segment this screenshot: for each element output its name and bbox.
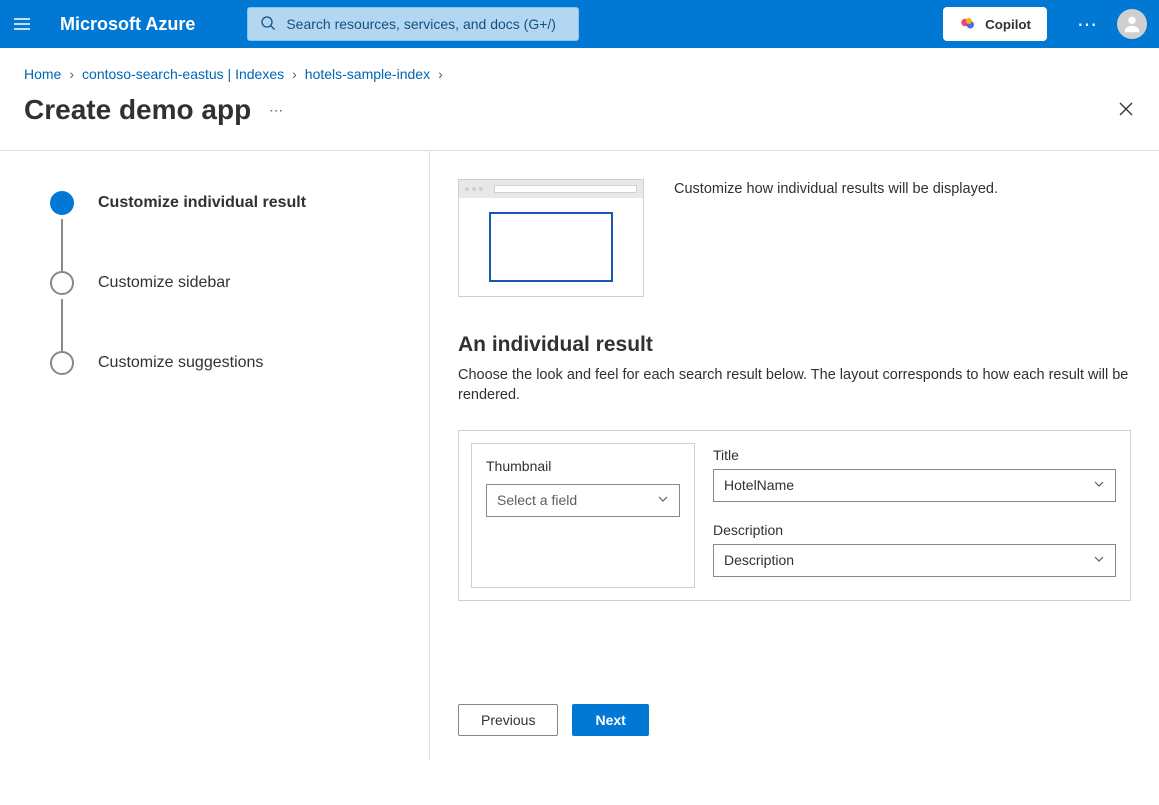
chevron-right-icon: › <box>438 66 443 82</box>
title-label: Title <box>713 447 1116 463</box>
description-field-group: Description Description <box>713 522 1116 577</box>
description-select[interactable]: Description <box>713 544 1116 577</box>
search-box[interactable] <box>247 7 579 41</box>
result-preview-illustration <box>458 179 644 297</box>
copilot-button[interactable]: Copilot <box>943 7 1047 41</box>
step-label: Customize suggestions <box>98 354 263 372</box>
thumbnail-group: Thumbnail Select a field <box>471 443 695 588</box>
chevron-down-icon <box>1093 477 1105 493</box>
content-column: Customize how individual results will be… <box>430 151 1159 760</box>
breadcrumb-item[interactable]: contoso-search-eastus | Indexes <box>82 66 284 82</box>
step-connector <box>61 299 63 355</box>
global-search <box>247 7 579 41</box>
step-individual-result[interactable]: Customize individual result <box>50 191 405 215</box>
close-icon[interactable] <box>1117 100 1135 121</box>
text-fields-group: Title HotelName Description Description <box>707 431 1130 600</box>
next-button[interactable]: Next <box>572 704 648 736</box>
copilot-label: Copilot <box>985 17 1031 32</box>
page-title: Create demo app <box>24 94 251 126</box>
brand-label[interactable]: Microsoft Azure <box>60 14 195 35</box>
description-label: Description <box>713 522 1116 538</box>
section-title: An individual result <box>458 333 1131 357</box>
steps-sidebar: Customize individual result Customize si… <box>0 151 430 760</box>
step-connector <box>61 219 63 275</box>
top-bar: Microsoft Azure Copilot ⋯ <box>0 0 1159 48</box>
section-description: Choose the look and feel for each search… <box>458 365 1131 406</box>
avatar[interactable] <box>1117 9 1147 39</box>
chevron-down-icon <box>1093 552 1105 568</box>
breadcrumb-item[interactable]: Home <box>24 66 61 82</box>
wizard-footer: Previous Next <box>458 668 1131 736</box>
title-field-group: Title HotelName <box>713 447 1116 502</box>
title-row: Create demo app ⋯ <box>0 86 1159 150</box>
step-dot-icon <box>50 191 74 215</box>
chevron-down-icon <box>657 492 669 508</box>
chevron-right-icon: › <box>69 66 74 82</box>
search-icon <box>260 15 276 34</box>
chevron-right-icon: › <box>292 66 297 82</box>
thumbnail-label: Thumbnail <box>486 458 680 474</box>
search-input[interactable] <box>286 16 566 32</box>
intro-row: Customize how individual results will be… <box>458 179 1131 297</box>
title-select-value: HotelName <box>724 477 794 493</box>
copilot-icon <box>959 15 977 33</box>
step-label: Customize individual result <box>98 194 306 212</box>
more-icon[interactable]: ⋯ <box>1077 12 1099 37</box>
description-select-value: Description <box>724 552 794 568</box>
breadcrumb: Home › contoso-search-eastus | Indexes ›… <box>0 48 1159 86</box>
step-dot-icon <box>50 271 74 295</box>
hamburger-icon[interactable] <box>12 14 32 34</box>
step-dot-icon <box>50 351 74 375</box>
intro-text: Customize how individual results will be… <box>674 179 998 199</box>
thumbnail-select-value: Select a field <box>497 492 577 508</box>
step-label: Customize sidebar <box>98 274 231 292</box>
previous-button[interactable]: Previous <box>458 704 558 736</box>
result-config-box: Thumbnail Select a field Title HotelName <box>458 430 1131 601</box>
top-actions: ⋯ <box>1077 9 1147 39</box>
thumbnail-select[interactable]: Select a field <box>486 484 680 517</box>
main-panel: Customize individual result Customize si… <box>0 150 1159 760</box>
step-sidebar[interactable]: Customize sidebar <box>50 271 405 295</box>
title-select[interactable]: HotelName <box>713 469 1116 502</box>
breadcrumb-item[interactable]: hotels-sample-index <box>305 66 430 82</box>
step-suggestions[interactable]: Customize suggestions <box>50 351 405 375</box>
title-more-icon[interactable]: ⋯ <box>269 102 284 119</box>
